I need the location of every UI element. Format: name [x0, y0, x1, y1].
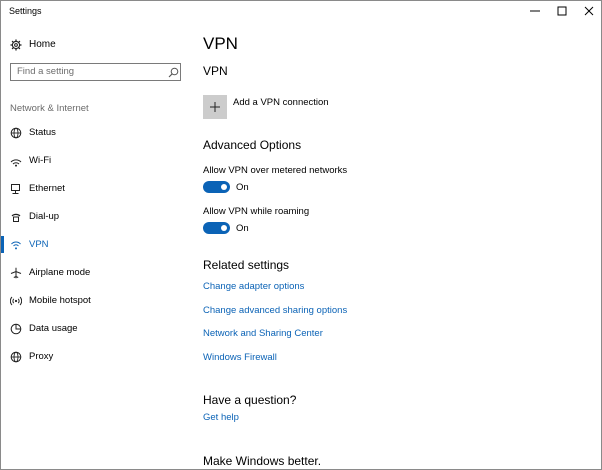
settings-window: Settings Home Network & Internet	[0, 0, 602, 470]
advanced-options-heading: Advanced Options	[203, 138, 302, 152]
close-button[interactable]	[574, 1, 601, 21]
wifi-icon	[10, 155, 22, 167]
get-help-link[interactable]: Get help	[203, 412, 239, 423]
airplane-icon	[10, 267, 22, 279]
sidebar: Home Network & Internet Status Wi-Fi	[1, 21, 191, 469]
roaming-label: Allow VPN while roaming	[203, 206, 310, 217]
section-label: Network & Internet	[10, 103, 89, 114]
pie-chart-icon	[10, 323, 22, 335]
search-box[interactable]	[10, 63, 181, 81]
toggle-knob	[221, 225, 227, 231]
metered-networks-state: On	[236, 182, 249, 193]
metered-networks-toggle[interactable]	[203, 181, 230, 193]
sidebar-item-label: Proxy	[29, 351, 54, 362]
sidebar-item-ethernet[interactable]: Ethernet	[1, 179, 191, 199]
sidebar-item-label: Wi-Fi	[29, 155, 52, 166]
sidebar-item-proxy[interactable]: Proxy	[1, 347, 191, 367]
change-advanced-sharing-link[interactable]: Change advanced sharing options	[203, 305, 347, 316]
vpn-icon	[10, 239, 22, 251]
sidebar-item-label: Ethernet	[29, 183, 65, 194]
network-sharing-center-link[interactable]: Network and Sharing Center	[203, 328, 323, 339]
sidebar-item-label: Status	[29, 127, 56, 138]
change-adapter-options-link[interactable]: Change adapter options	[203, 281, 304, 292]
vpn-heading: VPN	[203, 64, 228, 78]
window-title: Settings	[9, 6, 42, 16]
question-heading: Have a question?	[203, 393, 297, 407]
plus-icon	[203, 95, 227, 119]
minimize-button[interactable]	[520, 1, 550, 21]
sidebar-item-label: Dial-up	[29, 211, 60, 222]
windows-firewall-link[interactable]: Windows Firewall	[203, 352, 277, 363]
sidebar-item-home[interactable]: Home	[1, 35, 191, 55]
sidebar-item-airplane-mode[interactable]: Airplane mode	[1, 263, 191, 283]
sidebar-item-data-usage[interactable]: Data usage	[1, 319, 191, 339]
dialup-icon	[10, 211, 22, 223]
feedback-heading: Make Windows better.	[203, 454, 322, 468]
hotspot-icon	[10, 295, 22, 307]
metered-networks-label: Allow VPN over metered networks	[203, 165, 348, 176]
maximize-icon	[557, 6, 567, 16]
sidebar-item-label: Mobile hotspot	[29, 295, 91, 306]
close-icon	[584, 6, 594, 16]
active-indicator	[1, 236, 4, 253]
sidebar-item-label: Home	[29, 39, 56, 50]
sidebar-item-status[interactable]: Status	[1, 123, 191, 143]
roaming-state: On	[236, 223, 249, 234]
search-icon[interactable]	[167, 66, 179, 78]
maximize-button[interactable]	[547, 1, 577, 21]
sidebar-item-label: Data usage	[29, 323, 78, 334]
main-content: VPN VPN Add a VPN connection Advanced Op…	[191, 21, 601, 469]
search-input[interactable]	[11, 64, 161, 79]
sidebar-item-vpn[interactable]: VPN	[1, 235, 191, 255]
minimize-icon	[530, 10, 540, 12]
sidebar-item-dialup[interactable]: Dial-up	[1, 207, 191, 227]
add-vpn-label: Add a VPN connection	[233, 97, 329, 108]
sidebar-item-mobile-hotspot[interactable]: Mobile hotspot	[1, 291, 191, 311]
globe-icon	[10, 127, 22, 139]
roaming-toggle[interactable]	[203, 222, 230, 234]
sidebar-item-label: Airplane mode	[29, 267, 91, 278]
page-title: VPN	[203, 34, 238, 53]
sidebar-item-wifi[interactable]: Wi-Fi	[1, 151, 191, 171]
related-settings-heading: Related settings	[203, 258, 290, 272]
sidebar-item-label: VPN	[29, 239, 49, 250]
toggle-knob	[221, 184, 227, 190]
add-vpn-button[interactable]: Add a VPN connection	[203, 95, 403, 121]
title-bar: Settings	[1, 1, 601, 21]
globe-icon	[10, 351, 22, 363]
gear-icon	[10, 39, 22, 51]
ethernet-icon	[10, 183, 22, 195]
